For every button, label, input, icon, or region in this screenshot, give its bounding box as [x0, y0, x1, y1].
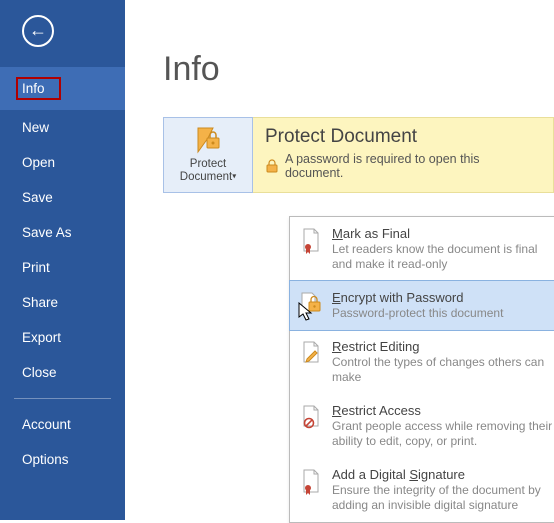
- nav-label: Save As: [22, 225, 72, 240]
- nav-label: New: [22, 120, 49, 135]
- page-title: Info: [163, 50, 554, 89]
- back-button[interactable]: ←: [22, 15, 54, 47]
- nav-info[interactable]: Info: [0, 67, 125, 110]
- menu-mark-final[interactable]: Mark as FinalLet readers know the docume…: [290, 217, 554, 281]
- menu-title: Restrict Access: [332, 403, 554, 418]
- lock-icon: [265, 159, 279, 173]
- nav-label: Close: [22, 365, 57, 380]
- nav-export[interactable]: Export: [0, 320, 125, 355]
- protect-row: Protect Document▾ Protect Document A pas…: [163, 117, 554, 193]
- nav-label: Open: [22, 155, 55, 170]
- page-pencil-icon: [301, 341, 321, 365]
- nav-separator: [14, 398, 111, 399]
- menu-sub: Control the types of changes others can …: [332, 355, 554, 385]
- nav-close[interactable]: Close: [0, 355, 125, 390]
- nav-options[interactable]: Options: [0, 442, 125, 477]
- protect-banner: Protect Document A password is required …: [253, 117, 554, 193]
- nav-label: Export: [22, 330, 61, 345]
- nav-label: Account: [22, 417, 71, 432]
- nav-label: Print: [22, 260, 50, 275]
- protect-heading: Protect Document: [265, 126, 541, 148]
- protect-document-button[interactable]: Protect Document▾: [163, 117, 253, 193]
- page-ribbon-icon: [301, 469, 321, 495]
- nav-account[interactable]: Account: [0, 407, 125, 442]
- menu-restrict-access[interactable]: Restrict AccessGrant people access while…: [290, 394, 554, 458]
- page-ribbon-icon: [301, 228, 321, 254]
- nav-new[interactable]: New: [0, 110, 125, 145]
- menu-encrypt-password[interactable]: Encrypt with PasswordPassword-protect th…: [289, 280, 554, 331]
- menu-title: Encrypt with Password: [332, 290, 503, 305]
- shield-lock-icon: [193, 126, 223, 154]
- page-lock-icon: [300, 292, 322, 314]
- menu-title: Restrict Editing: [332, 339, 554, 354]
- nav-open[interactable]: Open: [0, 145, 125, 180]
- menu-sub: Ensure the integrity of the document by …: [332, 483, 554, 513]
- back-arrow-icon: ←: [29, 21, 47, 39]
- nav-label: Info: [16, 77, 61, 100]
- backstage-sidebar: ← Info New Open Save Save As Print Share…: [0, 0, 125, 520]
- nav-label: Save: [22, 190, 53, 205]
- protect-document-menu: Mark as FinalLet readers know the docume…: [289, 216, 554, 523]
- menu-sub: Password-protect this document: [332, 306, 503, 321]
- menu-restrict-editing[interactable]: Restrict EditingControl the types of cha…: [290, 330, 554, 394]
- nav-save[interactable]: Save: [0, 180, 125, 215]
- menu-sub: Let readers know the document is final a…: [332, 242, 554, 272]
- nav-print[interactable]: Print: [0, 250, 125, 285]
- nav-label: Share: [22, 295, 58, 310]
- menu-title: Add a Digital Signature: [332, 467, 554, 482]
- nav-label: Options: [22, 452, 69, 467]
- main-panel: Info Protect Document▾ Protect Document …: [125, 0, 554, 520]
- menu-sub: Grant people access while removing their…: [332, 419, 554, 449]
- nav-share[interactable]: Share: [0, 285, 125, 320]
- menu-title: Mark as Final: [332, 226, 554, 241]
- menu-digital-signature[interactable]: Add a Digital SignatureEnsure the integr…: [290, 458, 554, 522]
- nav-save-as[interactable]: Save As: [0, 215, 125, 250]
- protect-desc: A password is required to open this docu…: [285, 152, 541, 180]
- nav-list: Info New Open Save Save As Print Share E…: [0, 57, 125, 477]
- protect-tile-label: Protect Document▾: [164, 158, 252, 183]
- page-no-icon: [301, 405, 321, 429]
